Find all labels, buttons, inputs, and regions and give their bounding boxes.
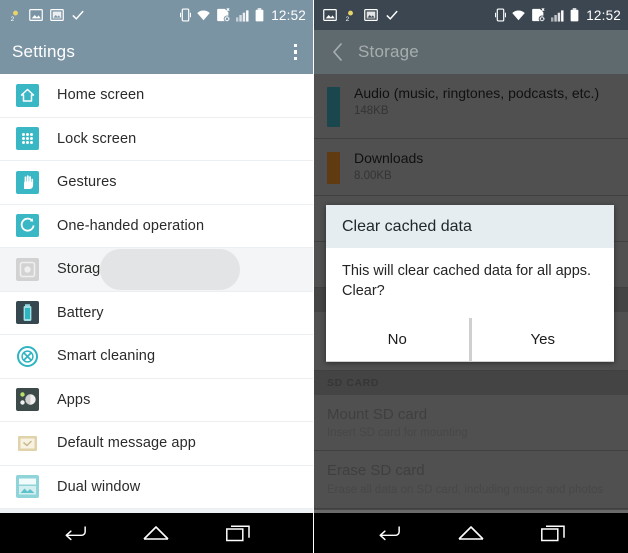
status-left-icons: 2 <box>9 9 85 22</box>
broom-circle-icon <box>16 345 39 368</box>
vibrate-icon <box>495 8 507 22</box>
no-button[interactable]: No <box>326 318 469 362</box>
left-navigation-bar[interactable] <box>0 513 313 553</box>
sd-item-subtitle: Insert SD card for mounting <box>327 426 468 439</box>
one-hand-icon <box>16 214 39 238</box>
sd-item-title: Mount SD card <box>327 406 428 423</box>
sidebar-item-label: Lock screen <box>57 130 137 147</box>
message-icon <box>16 432 39 455</box>
dialog-message: This will clear cached data for all apps… <box>326 248 614 319</box>
status-left-icons: 2 <box>323 9 399 22</box>
yes-button[interactable]: Yes <box>471 318 614 362</box>
home-icon <box>16 83 39 107</box>
storage-item-size: 8.00KB <box>354 169 392 182</box>
page-title: Storage <box>358 42 419 61</box>
sidebar-item-lock-screen[interactable]: Lock screen <box>0 117 313 161</box>
back-arrow-icon[interactable] <box>326 43 348 61</box>
wifi-icon <box>512 10 525 21</box>
right-status-bar: 2 12:52 <box>314 0 628 30</box>
battery-icon <box>570 8 579 22</box>
battery-icon <box>255 8 264 22</box>
check-icon <box>72 10 84 20</box>
hand-icon <box>16 170 39 194</box>
nfc-off-icon <box>532 8 546 22</box>
sidebar-item-label: One-handed operation <box>57 217 205 234</box>
section-header-sd-card: SD CARD <box>314 371 628 395</box>
svg-text:2: 2 <box>11 16 15 22</box>
sidebar-item-label: Dual window <box>57 478 141 495</box>
check-icon <box>386 10 398 20</box>
sidebar-item-label: Battery <box>57 304 104 321</box>
sd-row-mount[interactable]: Mount SD card Insert SD card for mountin… <box>314 395 628 451</box>
photo-icon <box>364 9 378 21</box>
sidebar-item-battery[interactable]: Battery <box>0 291 313 335</box>
vibrate-icon <box>180 8 192 22</box>
sidebar-item-label: Smart cleaning <box>57 348 156 365</box>
sidebar-item-smart-cleaning[interactable]: Smart cleaning <box>0 335 313 379</box>
overflow-menu-icon[interactable] <box>290 40 302 65</box>
apps-icon <box>16 388 39 412</box>
home-nav-icon[interactable] <box>450 513 492 553</box>
right-phone-screen: 2 12:52 Storage Audio (music, ringtones,… <box>314 0 628 553</box>
storage-item-name: Audio (music, ringtones, podcasts, etc.) <box>354 85 600 101</box>
right-action-bar: Storage <box>314 30 628 74</box>
storage-content: Audio (music, ringtones, podcasts, etc.)… <box>314 74 628 553</box>
sync-badge-icon: 2 <box>11 10 18 22</box>
back-nav-icon[interactable] <box>368 513 410 553</box>
sidebar-item-apps[interactable]: Apps <box>0 378 313 422</box>
sidebar-item-label: Apps <box>57 391 91 408</box>
sidebar-item-label: Gestures <box>57 174 117 191</box>
page-title: Settings <box>12 42 76 61</box>
recents-nav-icon[interactable] <box>217 513 259 553</box>
sidebar-item-gestures[interactable]: Gestures <box>0 161 313 205</box>
dual-screenshot: 2 12:52 Settings Home screen Lock screen… <box>0 0 628 553</box>
svg-text:2: 2 <box>346 16 350 22</box>
storage-item-name: Downloads <box>354 150 424 166</box>
sidebar-item-dual-window[interactable]: Dual window <box>0 465 313 509</box>
home-nav-icon[interactable] <box>135 513 177 553</box>
signal-icon <box>551 9 564 22</box>
settings-list[interactable]: Home screen Lock screen Gestures One-han… <box>0 74 313 553</box>
sd-item-title: Erase SD card <box>327 461 425 479</box>
category-color-bar <box>327 152 340 184</box>
storage-row-downloads[interactable]: Downloads 8.00KB <box>314 139 628 196</box>
status-time: 12:52 <box>586 7 621 23</box>
sd-item-subtitle: Erase all data on SD card, including mus… <box>327 483 604 496</box>
dialog-title: Clear cached data <box>326 205 614 248</box>
dialog-button-row: No Yes <box>326 318 614 363</box>
sidebar-item-label: Home screen <box>57 87 145 104</box>
sd-row-erase[interactable]: Erase SD card Erase all data on SD card,… <box>314 450 628 510</box>
category-color-bar <box>327 87 340 127</box>
storage-item-size: 148KB <box>354 104 389 117</box>
status-time: 12:52 <box>271 7 306 23</box>
left-status-bar: 2 12:52 <box>0 0 313 30</box>
sync-badge-icon: 2 <box>346 10 353 22</box>
left-phone-screen: 2 12:52 Settings Home screen Lock screen… <box>0 0 314 553</box>
right-navigation-bar[interactable] <box>314 513 628 553</box>
left-action-bar: Settings <box>0 30 313 74</box>
sidebar-item-storage[interactable]: Storage <box>0 248 313 292</box>
clear-cached-data-dialog: Clear cached data This will clear cached… <box>326 205 614 363</box>
sidebar-item-default-message-app[interactable]: Default message app <box>0 422 313 466</box>
storage-icon <box>16 257 39 281</box>
wifi-icon <box>197 10 210 21</box>
sidebar-item-label: Default message app <box>57 435 196 452</box>
sidebar-item-one-handed-operation[interactable]: One-handed operation <box>0 204 313 248</box>
sidebar-item-label: Storage <box>57 261 109 278</box>
signal-icon <box>236 9 249 22</box>
image-icon <box>323 9 337 21</box>
nfc-off-icon <box>217 8 231 22</box>
lock-grid-icon <box>16 127 39 151</box>
sidebar-item-home-screen[interactable]: Home screen <box>0 74 313 118</box>
back-nav-icon[interactable] <box>54 513 96 553</box>
storage-row-audio[interactable]: Audio (music, ringtones, podcasts, etc.)… <box>314 74 628 139</box>
photo-icon <box>50 9 64 21</box>
dual-window-icon <box>16 475 39 499</box>
battery-icon <box>16 301 39 325</box>
image-icon <box>29 9 43 21</box>
status-right-icons: 12:52 <box>495 8 621 23</box>
status-right-icons: 12:52 <box>180 8 306 23</box>
recents-nav-icon[interactable] <box>532 513 574 553</box>
touch-ripple <box>100 249 240 290</box>
